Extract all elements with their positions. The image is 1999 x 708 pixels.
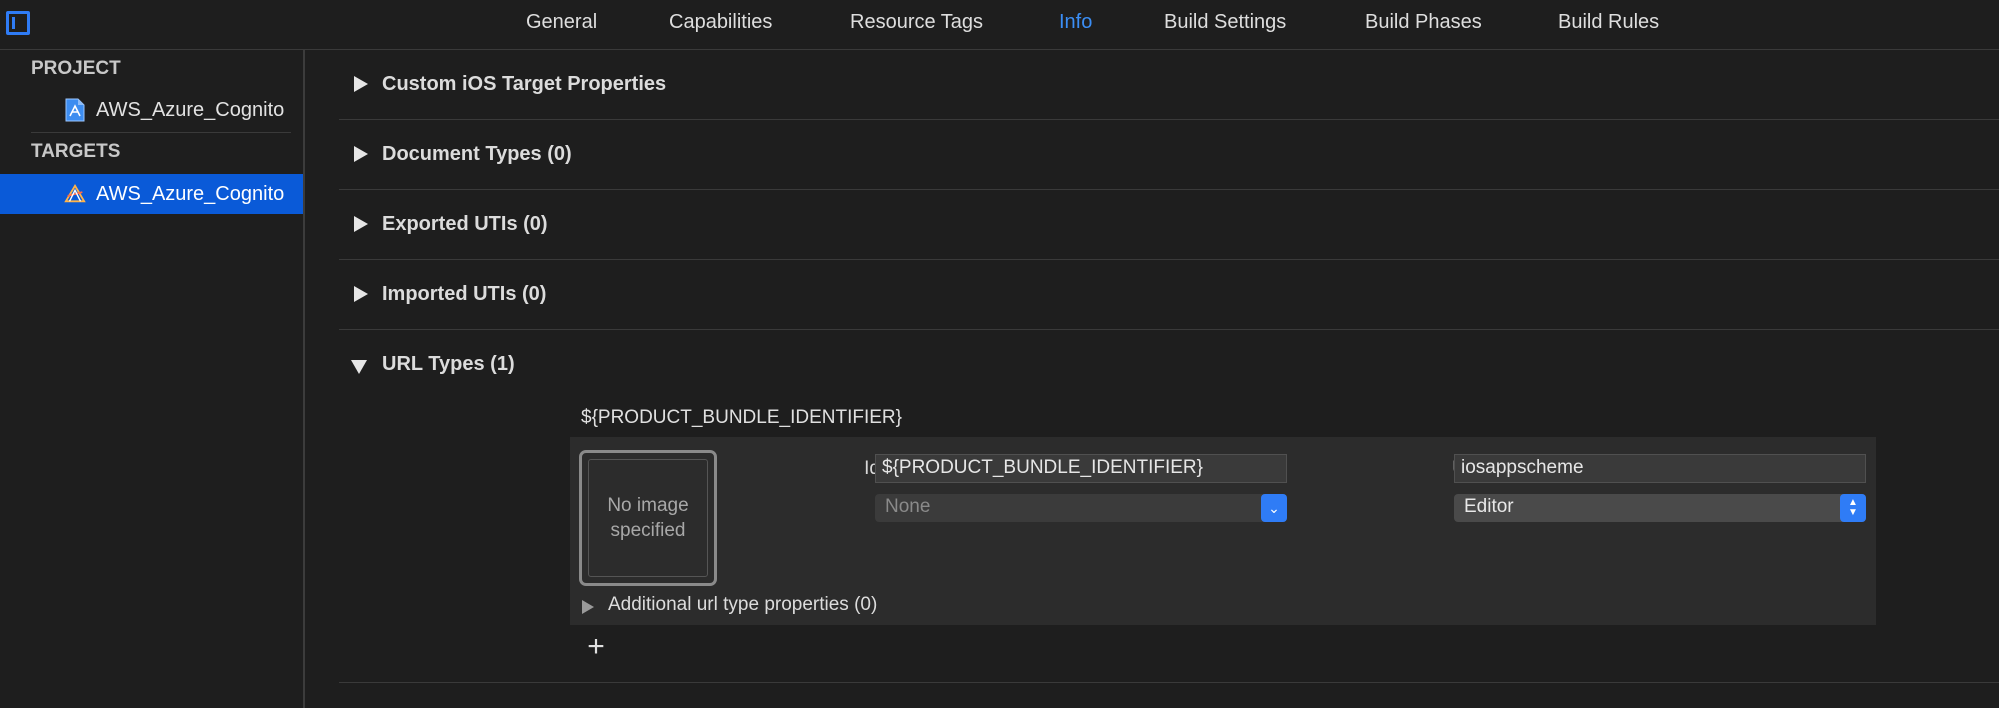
sidebar-item-target[interactable]: AWS_Azure_Cognito	[0, 174, 303, 214]
sidebar-item-label: AWS_Azure_Cognito	[96, 183, 285, 205]
no-image-placeholder: No image specified	[588, 459, 708, 577]
app-target-icon	[64, 183, 86, 203]
disclosure-triangle-icon[interactable]	[351, 360, 367, 374]
project-target-sidebar: PROJECT AWS_Azure_Cognito TARGETS AWS_Az…	[0, 50, 305, 708]
section-title: Exported UTIs (0)	[382, 213, 548, 235]
plus-icon[interactable]: +	[583, 632, 609, 662]
sidebar-divider	[31, 132, 291, 133]
sidebar-item-label: AWS_Azure_Cognito	[96, 99, 285, 121]
icon-popup[interactable]: None ⌄	[875, 494, 1287, 522]
targets-section-header: TARGETS	[31, 141, 121, 162]
url-type-image-well[interactable]: No image specified	[579, 450, 717, 586]
section-imported-utis[interactable]: Imported UTIs (0)	[339, 260, 1999, 330]
section-title: Custom iOS Target Properties	[382, 73, 667, 95]
disclosure-triangle-icon[interactable]	[354, 216, 368, 232]
section-url-types[interactable]: URL Types (1)	[339, 330, 1999, 400]
section-divider	[339, 682, 1999, 683]
role-popup[interactable]: Editor ▲ ▼	[1454, 494, 1866, 522]
tab-resource-tags[interactable]: Resource Tags	[850, 11, 983, 34]
tab-general[interactable]: General	[526, 11, 597, 34]
editor-tab-bar: General Capabilities Resource Tags Info …	[0, 0, 1999, 50]
sidebar-toggle-icon[interactable]	[6, 11, 30, 35]
tab-capabilities[interactable]: Capabilities	[669, 11, 772, 34]
section-title: URL Types (1)	[382, 353, 515, 375]
url-schemes-field[interactable]: iosappscheme	[1454, 454, 1866, 483]
url-type-name: ${PRODUCT_BUNDLE_IDENTIFIER}	[581, 407, 902, 428]
section-custom-ios-target-properties[interactable]: Custom iOS Target Properties	[339, 50, 1999, 120]
icon-popup-value: None	[885, 496, 931, 517]
sidebar-item-project[interactable]: AWS_Azure_Cognito	[0, 90, 303, 130]
tab-info[interactable]: Info	[1059, 11, 1092, 34]
role-popup-value: Editor	[1464, 496, 1514, 517]
project-section-header: PROJECT	[31, 58, 121, 79]
project-file-icon	[65, 98, 85, 122]
tab-build-phases[interactable]: Build Phases	[1365, 11, 1482, 34]
url-type-panel: No image specified Identifier ${PRODUCT_…	[570, 437, 1876, 625]
tab-build-rules[interactable]: Build Rules	[1558, 11, 1659, 34]
section-title: Document Types (0)	[382, 143, 572, 165]
section-document-types[interactable]: Document Types (0)	[339, 120, 1999, 190]
disclosure-triangle-icon[interactable]	[354, 286, 368, 302]
chevron-down-icon: ⌄	[1261, 494, 1287, 522]
up-down-chevron-icon: ▲ ▼	[1840, 494, 1866, 522]
tab-build-settings[interactable]: Build Settings	[1164, 11, 1286, 34]
disclosure-triangle-icon[interactable]	[354, 76, 368, 92]
disclosure-triangle-icon[interactable]	[582, 600, 594, 614]
additional-properties-label: Additional url type properties (0)	[608, 594, 878, 615]
section-title: Imported UTIs (0)	[382, 283, 547, 305]
identifier-field[interactable]: ${PRODUCT_BUNDLE_IDENTIFIER}	[875, 454, 1287, 483]
section-exported-utis[interactable]: Exported UTIs (0)	[339, 190, 1999, 260]
disclosure-triangle-icon[interactable]	[354, 146, 368, 162]
